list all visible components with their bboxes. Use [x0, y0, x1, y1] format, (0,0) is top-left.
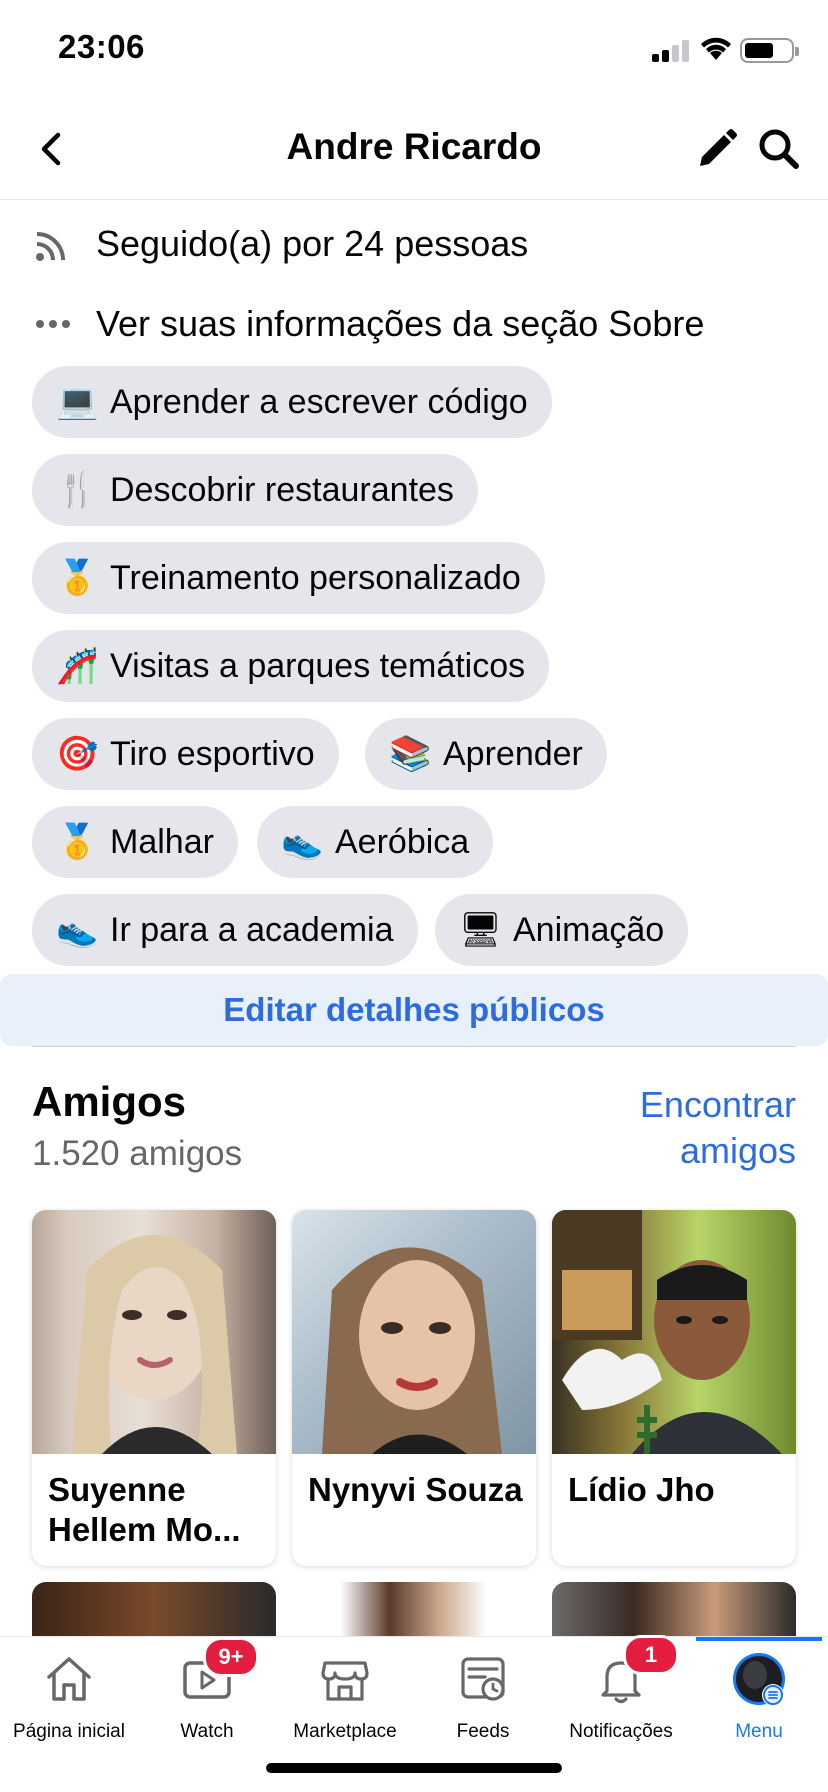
tab-label: Marketplace — [293, 1721, 397, 1742]
home-icon — [41, 1651, 97, 1707]
interest-chip[interactable]: 🎢 Visitas a parques temáticos — [32, 630, 550, 702]
active-tab-indicator — [696, 1637, 822, 1641]
friend-card-partial[interactable] — [32, 1582, 276, 1642]
interest-chip[interactable]: 🥇 Malhar — [32, 806, 238, 878]
friend-card[interactable]: Suyenne Hellem Mo... — [32, 1210, 276, 1566]
friend-card[interactable]: Nynyvi Souza — [292, 1210, 536, 1566]
followers-row[interactable]: Seguido(a) por 24 pessoas — [32, 219, 528, 269]
tab-label: Watch — [180, 1721, 234, 1742]
store-icon — [317, 1651, 373, 1707]
rss-icon — [32, 223, 74, 265]
interest-label: Tiro esportivo — [110, 734, 315, 773]
tab-marketplace[interactable]: Marketplace — [276, 1651, 414, 1761]
laptop-icon: 💻 — [56, 383, 99, 421]
interest-chip[interactable]: 📚 Aprender — [365, 718, 607, 790]
friend-photo — [552, 1210, 796, 1454]
friend-card[interactable]: Lídio Jho — [552, 1210, 796, 1566]
tab-label: Menu — [735, 1721, 783, 1742]
target-icon: 🎯 — [56, 735, 99, 773]
interest-label: Descobrir restaurantes — [110, 470, 454, 509]
interest-label: Aprender — [443, 734, 583, 773]
notifications-badge: 1 — [623, 1635, 679, 1675]
interest-label: Ir para a academia — [110, 910, 394, 949]
more-dots-icon — [32, 303, 74, 345]
desktop-computer-icon: 🖥 — [459, 911, 503, 949]
friend-name: Lídio Jho — [568, 1471, 715, 1508]
interest-chip[interactable]: 🎯 Tiro esportivo — [32, 718, 339, 790]
friend-photo — [292, 1210, 536, 1454]
search-button[interactable] — [756, 126, 802, 172]
roller-coaster-icon: 🎢 — [56, 647, 99, 685]
interest-chip[interactable]: 👟 Aeróbica — [257, 806, 494, 878]
interest-chip[interactable]: 🖥 Animação — [435, 894, 689, 966]
tab-label: Notificações — [569, 1721, 673, 1742]
about-text: Ver suas informações da seção Sobre — [96, 303, 705, 344]
medal-icon: 🥇 — [56, 823, 99, 861]
friends-count: 1.520 amigos — [32, 1134, 243, 1173]
divider — [32, 1046, 796, 1047]
wifi-icon — [698, 34, 734, 62]
interest-label: Aprender a escrever código — [110, 382, 528, 421]
pencil-icon — [700, 129, 737, 166]
edit-public-details-button[interactable]: Editar detalhes públicos — [0, 974, 828, 1046]
friend-name: Nynyvi Souza — [308, 1471, 523, 1508]
battery-icon — [740, 38, 799, 63]
books-icon: 📚 — [389, 735, 432, 773]
interest-chip[interactable]: 👟 Ir para a academia — [32, 894, 418, 966]
tab-notifications[interactable]: 1 Notificações — [552, 1635, 690, 1761]
search-icon — [759, 129, 799, 169]
interest-label: Aeróbica — [335, 822, 470, 861]
avatar-icon — [731, 1651, 787, 1707]
header: Andre Ricardo — [0, 100, 828, 200]
tab-watch[interactable]: 9+ Watch — [138, 1637, 276, 1761]
friend-name: Suyenne Hellem Mo... — [48, 1471, 241, 1548]
sneaker-icon: 👟 — [281, 823, 324, 861]
friend-card-partial[interactable] — [552, 1582, 796, 1642]
video-icon: 9+ — [179, 1637, 259, 1707]
tab-menu[interactable]: Menu — [690, 1651, 828, 1761]
status-bar: 23:06 — [0, 0, 828, 100]
interest-label: Treinamento personalizado — [110, 558, 521, 597]
interest-label: Animação — [513, 910, 665, 949]
edit-button[interactable] — [694, 126, 740, 172]
tab-feeds[interactable]: Feeds — [414, 1651, 552, 1761]
tab-label: Feeds — [456, 1721, 510, 1742]
tab-label: Página inicial — [13, 1721, 125, 1742]
watch-badge: 9+ — [203, 1637, 259, 1677]
tab-home[interactable]: Página inicial — [0, 1651, 138, 1761]
medal-icon: 🥇 — [56, 559, 99, 597]
about-row[interactable]: Ver suas informações da seção Sobre — [32, 299, 704, 349]
interest-chip[interactable]: 🍴 Descobrir restaurantes — [32, 454, 478, 526]
feeds-icon — [455, 1651, 511, 1707]
bell-icon: 1 — [593, 1635, 679, 1707]
tab-bar: Página inicial 9+ Watch Marketplace Feed… — [0, 1635, 828, 1792]
friend-card-partial[interactable] — [292, 1582, 536, 1642]
cellular-signal-icon — [652, 38, 690, 62]
sneaker-icon: 👟 — [56, 911, 99, 949]
interest-label: Malhar — [110, 822, 214, 861]
fork-knife-icon: 🍴 — [56, 471, 99, 509]
friend-photo — [32, 1210, 276, 1454]
edit-public-details-label: Editar detalhes públicos — [223, 991, 605, 1028]
interest-chip[interactable]: 💻 Aprender a escrever código — [32, 366, 552, 438]
interest-chip[interactable]: 🥇 Treinamento personalizado — [32, 542, 545, 614]
friends-title: Amigos — [32, 1078, 187, 1125]
status-time: 23:06 — [58, 28, 145, 65]
find-friends-link[interactable]: Encontrar amigos — [596, 1082, 796, 1174]
followers-text: Seguido(a) por 24 pessoas — [96, 223, 529, 264]
interest-label: Visitas a parques temáticos — [110, 646, 526, 685]
home-indicator — [266, 1763, 562, 1773]
